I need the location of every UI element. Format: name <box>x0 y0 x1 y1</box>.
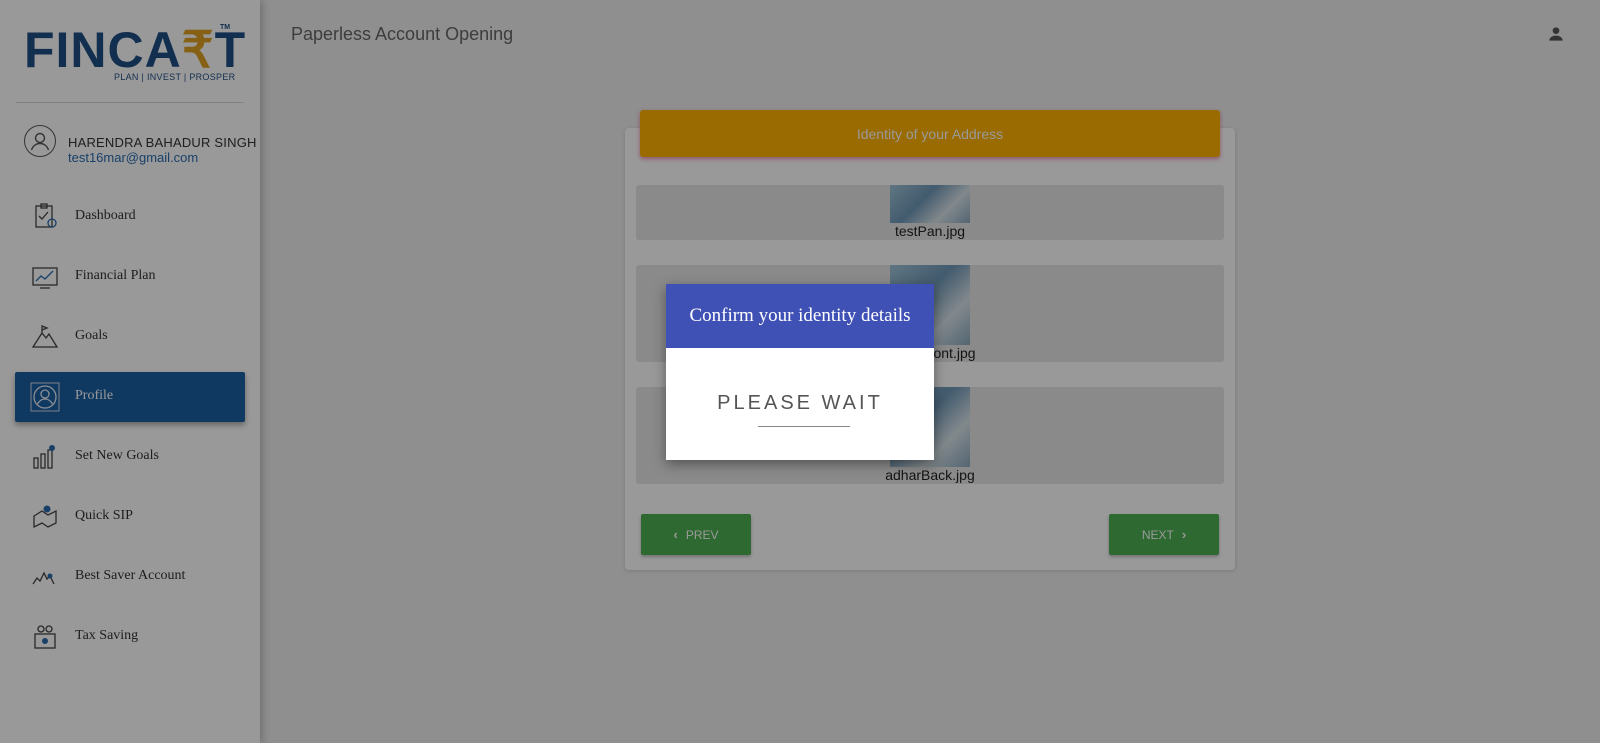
dialog-body: PLEASE WAIT <box>666 348 934 460</box>
loading-text: PLEASE WAIT <box>717 392 883 414</box>
confirm-identity-dialog: Confirm your identity details PLEASE WAI… <box>666 284 934 460</box>
loading-indicator <box>758 426 850 427</box>
dialog-title: Confirm your identity details <box>666 284 934 348</box>
